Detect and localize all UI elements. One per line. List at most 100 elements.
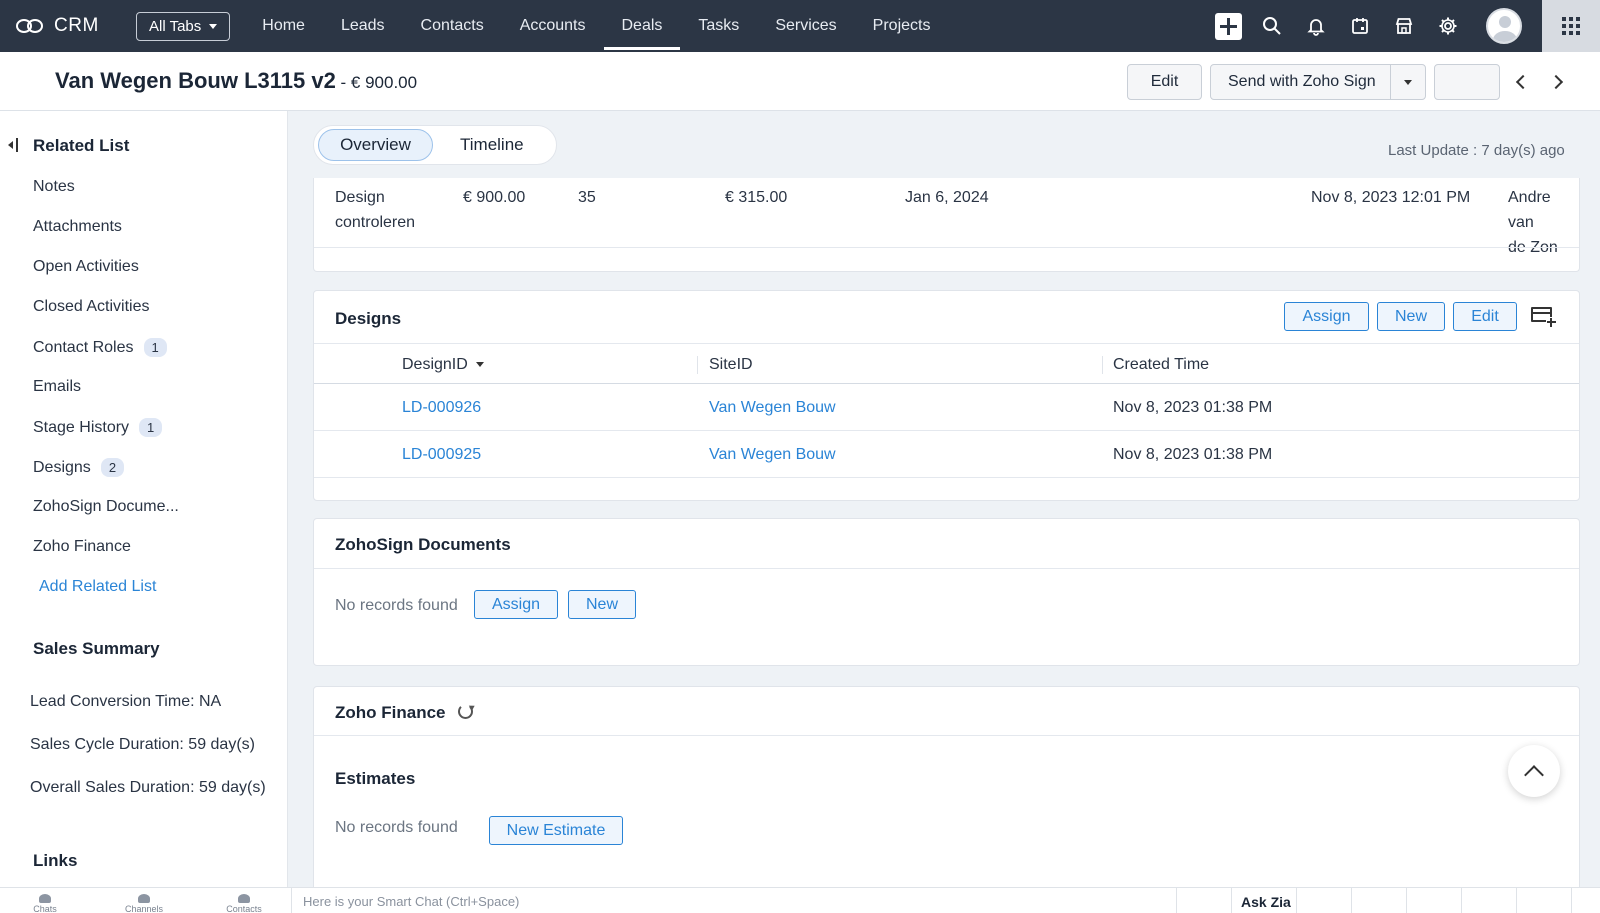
more-actions-button[interactable]: [1434, 64, 1500, 100]
create-button[interactable]: [1206, 0, 1250, 52]
deal-amount: - € 900.00: [335, 73, 418, 92]
search-button[interactable]: [1250, 0, 1294, 52]
channels-button[interactable]: Channels: [122, 888, 166, 913]
sidebar-item-open-activities[interactable]: Open Activities: [33, 258, 139, 276]
stage-history-card: Design controleren € 900.00 35 € 315.00 …: [313, 178, 1580, 272]
page-title: Van Wegen Bouw L3115 v2 - € 900.00: [55, 68, 417, 94]
sidebar-item-zohosign-documents[interactable]: ZohoSign Docume...: [33, 498, 179, 516]
header-divider: [314, 343, 1579, 344]
contact-icon: [238, 894, 250, 903]
tab-contacts[interactable]: Contacts: [403, 0, 502, 52]
bottom-slot[interactable]: [1406, 888, 1461, 913]
site-id-link[interactable]: Van Wegen Bouw: [709, 442, 836, 467]
refresh-icon[interactable]: [458, 704, 473, 719]
bell-icon: [1307, 19, 1325, 36]
tab-home[interactable]: Home: [244, 0, 323, 52]
design-id-link[interactable]: LD-000925: [402, 442, 481, 467]
column-header-designid[interactable]: DesignID: [402, 352, 484, 377]
sidebar-item-zoho-finance[interactable]: Zoho Finance: [33, 538, 131, 556]
contacts-button[interactable]: Contacts: [223, 888, 265, 913]
tab-accounts[interactable]: Accounts: [502, 0, 604, 52]
sidebar-item-attachments[interactable]: Attachments: [33, 218, 122, 236]
designs-new-button[interactable]: New: [1377, 302, 1445, 331]
designs-card: Designs Assign New Edit DesignID SiteID …: [313, 290, 1580, 501]
stage-cell: Design controleren: [335, 185, 415, 235]
tab-services[interactable]: Services: [757, 0, 854, 52]
modified-by-line: Andre van: [1508, 189, 1551, 231]
gear-icon: [1439, 17, 1457, 35]
crm-logo[interactable]: CRM: [16, 15, 120, 37]
sidebar-item-contact-roles[interactable]: Contact Roles 1: [33, 338, 167, 357]
search-icon: [1263, 17, 1281, 35]
designs-edit-button[interactable]: Edit: [1453, 302, 1517, 331]
designs-title: Designs: [335, 309, 402, 328]
ask-zia-label: Ask Zia: [1241, 894, 1291, 910]
notifications-button[interactable]: [1294, 0, 1338, 52]
chevron-left-icon: [1515, 74, 1531, 90]
column-separator: [697, 356, 698, 374]
column-header-label: DesignID: [402, 356, 468, 373]
add-related-list-link[interactable]: Add Related List: [39, 578, 156, 596]
all-tabs-dropdown[interactable]: All Tabs: [136, 11, 231, 41]
lead-conversion-time: Lead Conversion Time: NA: [30, 693, 222, 710]
zohosign-documents-card: ZohoSign Documents No records found Assi…: [313, 518, 1580, 666]
bottom-bar: Chats Channels Contacts Here is your Sma…: [0, 887, 1600, 913]
stage-line: Design: [335, 189, 385, 206]
column-separator: [1102, 356, 1103, 374]
edit-button[interactable]: Edit: [1127, 64, 1202, 100]
tab-tasks[interactable]: Tasks: [680, 0, 757, 52]
sidebar-item-emails[interactable]: Emails: [33, 378, 81, 396]
bottom-slot[interactable]: [1571, 888, 1600, 913]
send-with-zoho-sign-button[interactable]: Send with Zoho Sign: [1210, 64, 1426, 100]
related-list-title: Related List: [33, 136, 130, 155]
collapse-sidebar-icon[interactable]: [8, 137, 20, 153]
chats-button[interactable]: Chats: [30, 888, 60, 913]
column-header-siteid[interactable]: SiteID: [709, 352, 753, 377]
sort-down-icon: [475, 362, 484, 368]
sidebar-item-label: Contact Roles: [33, 338, 134, 356]
zohosign-assign-button[interactable]: Assign: [474, 590, 558, 619]
user-avatar[interactable]: [1486, 8, 1522, 44]
new-estimate-button[interactable]: New Estimate: [489, 816, 623, 845]
sign-options-dropdown[interactable]: [1390, 65, 1425, 99]
sidebar-item-designs[interactable]: Designs 2: [33, 458, 125, 477]
marketplace-button[interactable]: [1382, 0, 1426, 52]
sales-cycle-duration: Sales Cycle Duration: 59 day(s): [30, 736, 255, 753]
sidebar-item-label: ZohoSign Docume...: [33, 498, 179, 515]
design-id-link[interactable]: LD-000926: [402, 395, 481, 420]
bottom-slot[interactable]: [1296, 888, 1351, 913]
next-record-button[interactable]: [1547, 71, 1569, 93]
modified-by-cell: Andre van de Zon: [1508, 185, 1579, 260]
probability-cell: 35: [578, 189, 596, 206]
scroll-to-top-button[interactable]: [1508, 745, 1560, 797]
apps-grid-button[interactable]: [1542, 0, 1600, 52]
zohosign-new-button[interactable]: New: [568, 590, 636, 619]
designs-assign-button[interactable]: Assign: [1284, 302, 1369, 331]
settings-button[interactable]: [1426, 0, 1470, 52]
previous-record-button[interactable]: [1510, 71, 1532, 93]
column-header-created-time[interactable]: Created Time: [1113, 352, 1209, 377]
chevron-down-icon: [1404, 79, 1412, 85]
channels-icon: [138, 894, 150, 903]
table-add-column-icon[interactable]: [1531, 305, 1557, 328]
bottom-slot[interactable]: [1351, 888, 1406, 913]
calendar-button[interactable]: [1338, 0, 1382, 52]
bottom-slot[interactable]: [1516, 888, 1571, 913]
sidebar-item-closed-activities[interactable]: Closed Activities: [33, 298, 150, 316]
tab-projects[interactable]: Projects: [855, 0, 949, 52]
tab-deals[interactable]: Deals: [603, 0, 681, 52]
sidebar-item-stage-history[interactable]: Stage History 1: [33, 418, 163, 437]
created-time-cell: Nov 8, 2023 01:38 PM: [1113, 399, 1273, 416]
site-id-link[interactable]: Van Wegen Bouw: [709, 395, 836, 420]
tab-overview[interactable]: Overview: [318, 129, 433, 161]
tab-timeline[interactable]: Timeline: [460, 129, 524, 161]
smart-chat-input[interactable]: Here is your Smart Chat (Ctrl+Space): [291, 888, 1176, 913]
chevron-right-icon: [1548, 74, 1564, 90]
bottom-slot[interactable]: [1461, 888, 1516, 913]
column-header-divider: [314, 383, 1579, 384]
tab-leads[interactable]: Leads: [323, 0, 403, 52]
sidebar-item-notes[interactable]: Notes: [33, 178, 75, 196]
chat-icon: [39, 894, 51, 903]
count-badge: 1: [143, 338, 167, 357]
bottom-slot[interactable]: [1176, 888, 1231, 913]
